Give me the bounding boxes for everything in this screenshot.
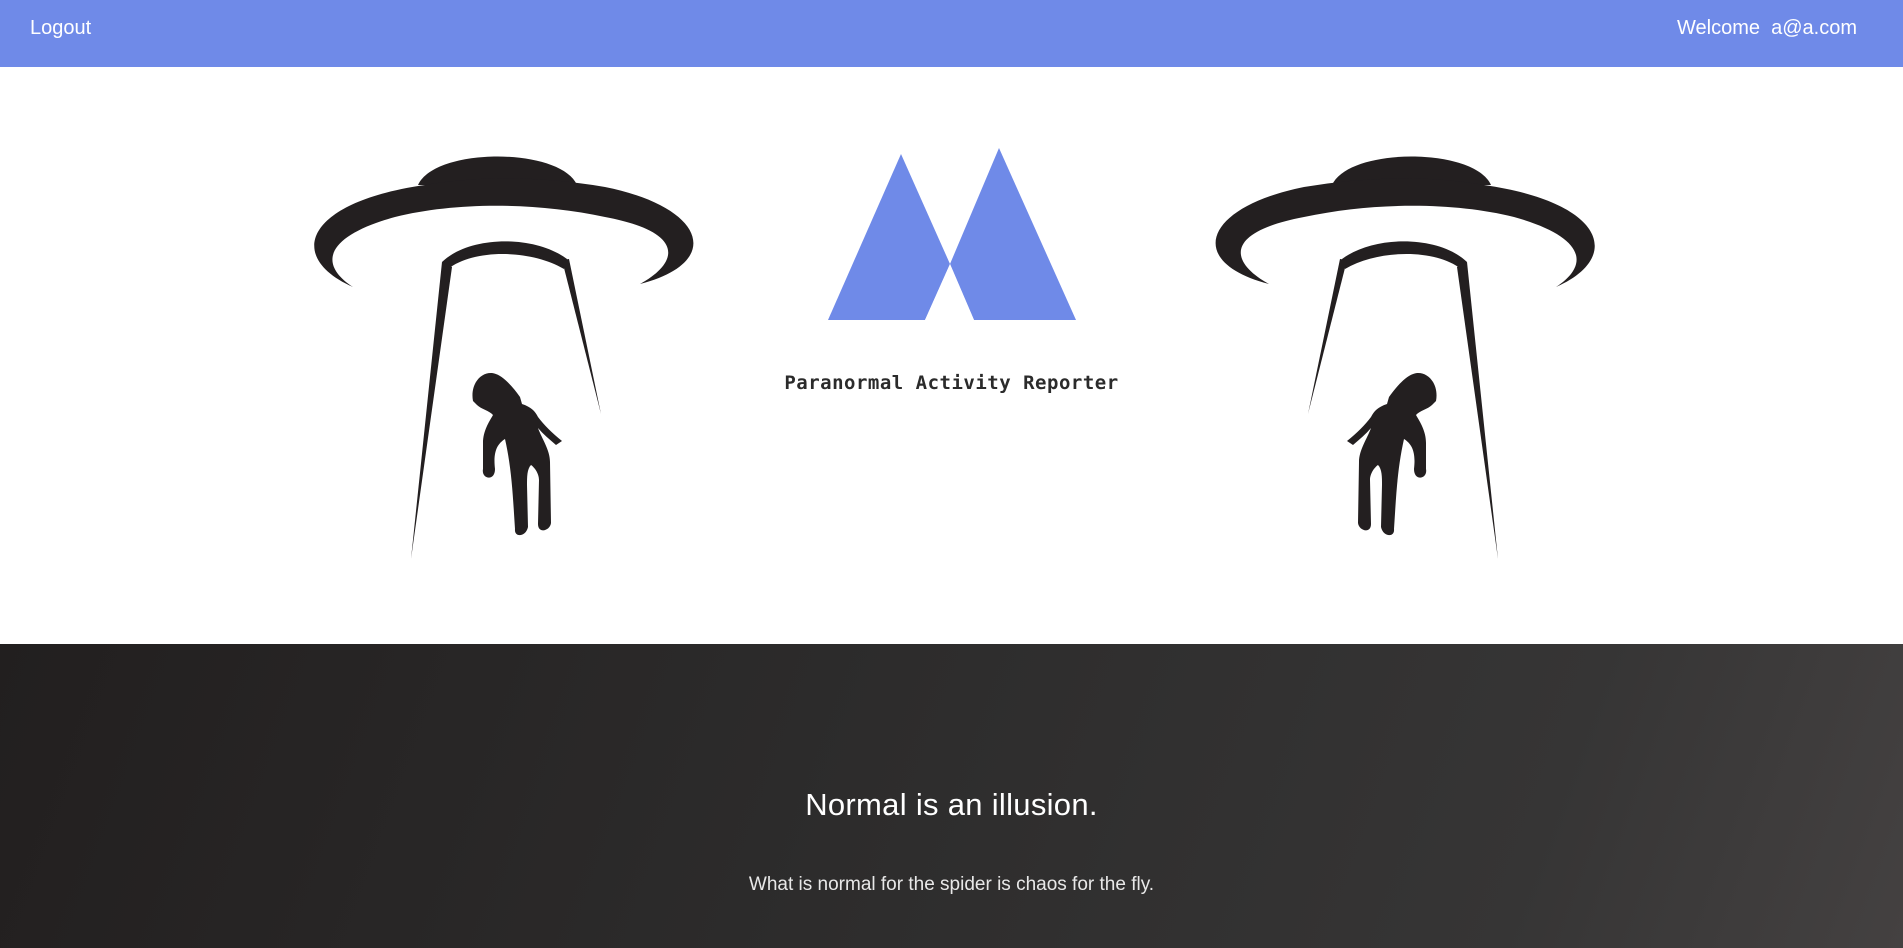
hero-section: Paranormal Activity Reporter: [0, 67, 1903, 644]
ufo-abduction-icon: [314, 156, 694, 559]
top-navbar: Logout Welcome a@a.com: [0, 0, 1903, 67]
app-title: Paranormal Activity Reporter: [784, 372, 1119, 394]
logout-link[interactable]: Logout: [30, 17, 91, 40]
ufo-abduction-icon: [1215, 156, 1595, 559]
quote-headline: Normal is an illusion.: [805, 787, 1098, 822]
mountain-logo-icon: [828, 148, 1076, 320]
quote-text: What is normal for the spider is chaos f…: [748, 874, 1155, 895]
quote-section: Normal is an illusion. What is normal fo…: [0, 644, 1903, 948]
welcome-user-text: Welcome a@a.com: [1677, 17, 1857, 39]
